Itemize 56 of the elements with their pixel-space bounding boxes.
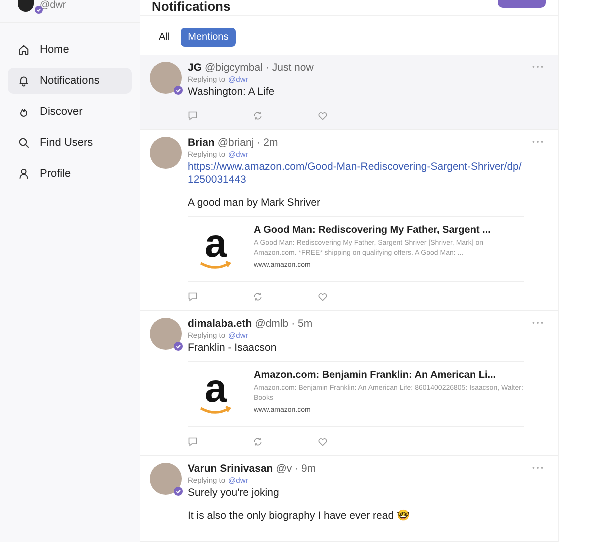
comment-icon[interactable] <box>188 111 198 121</box>
comment-icon[interactable] <box>188 437 198 447</box>
author-handle: @v <box>276 463 292 475</box>
recast-icon[interactable] <box>253 292 263 302</box>
preview-title: A Good Man: Rediscovering My Father, Sargent ... <box>254 225 492 236</box>
nav-item[interactable]: Notifications <box>8 68 132 94</box>
more-icon[interactable] <box>532 65 544 69</box>
search-icon <box>18 137 30 149</box>
more-icon[interactable] <box>532 140 544 144</box>
more-icon[interactable] <box>532 466 544 470</box>
user-avatar[interactable] <box>18 0 34 12</box>
post-text: Washington: A Life <box>188 86 276 99</box>
nav-item[interactable]: Profile <box>8 161 132 187</box>
post-time: · 9m <box>295 463 316 475</box>
link-thumbnail: a <box>188 366 244 422</box>
filter-tab[interactable]: Mentions <box>181 28 236 47</box>
page-title: Notifications <box>152 0 231 13</box>
link-thumbnail: a <box>188 221 244 277</box>
avatar[interactable] <box>150 463 182 495</box>
home-icon <box>18 44 30 56</box>
flame-icon <box>18 106 30 118</box>
avatar[interactable] <box>150 62 182 94</box>
post-time: · 5m <box>292 318 313 330</box>
heart-icon[interactable] <box>318 111 328 121</box>
more-icon[interactable] <box>532 321 544 325</box>
filter-tab[interactable]: All <box>156 28 174 47</box>
author-handle: @dmlb <box>255 318 289 330</box>
author-name[interactable]: JG <box>188 62 202 74</box>
header-button[interactable] <box>498 0 546 8</box>
recast-icon[interactable] <box>253 437 263 447</box>
post-text: It is also the only biography I have ever read 🤓 <box>188 510 411 523</box>
post-text: A good man by Mark Shriver <box>188 197 322 210</box>
user-handle: @dwr <box>40 0 66 12</box>
post-text: Surely you're joking <box>188 487 280 500</box>
comment-icon[interactable] <box>188 292 198 302</box>
author-handle: @brianj <box>218 137 254 149</box>
bell-icon <box>18 75 30 87</box>
post-link[interactable]: https://www.amazon.com/Good-Man-Rediscovering-Sargent-Shriver/dp/1250031443 <box>188 161 524 187</box>
recast-icon[interactable] <box>253 111 263 121</box>
post-time: · 2m <box>257 137 278 149</box>
avatar[interactable] <box>150 137 182 169</box>
avatar[interactable] <box>150 318 182 350</box>
post-time: · Just now <box>266 62 314 74</box>
author-handle: @bigcymbal <box>205 62 263 74</box>
nav-item[interactable]: Discover <box>8 99 132 125</box>
person-icon <box>18 168 30 180</box>
post-text: Franklin - Isaacson <box>188 342 278 355</box>
nav-item[interactable]: Find Users <box>8 130 132 156</box>
link-preview-card[interactable] <box>188 216 524 282</box>
preview-title: Amazon.com: Benjamin Franklin: An American Li... <box>254 370 498 381</box>
nav-item[interactable]: Home <box>8 37 132 63</box>
author-name[interactable]: Brian <box>188 137 215 149</box>
heart-icon[interactable] <box>318 292 328 302</box>
author-name[interactable]: Varun Srinivasan <box>188 463 274 475</box>
heart-icon[interactable] <box>318 437 328 447</box>
author-name[interactable]: dimalaba.eth <box>188 318 252 330</box>
